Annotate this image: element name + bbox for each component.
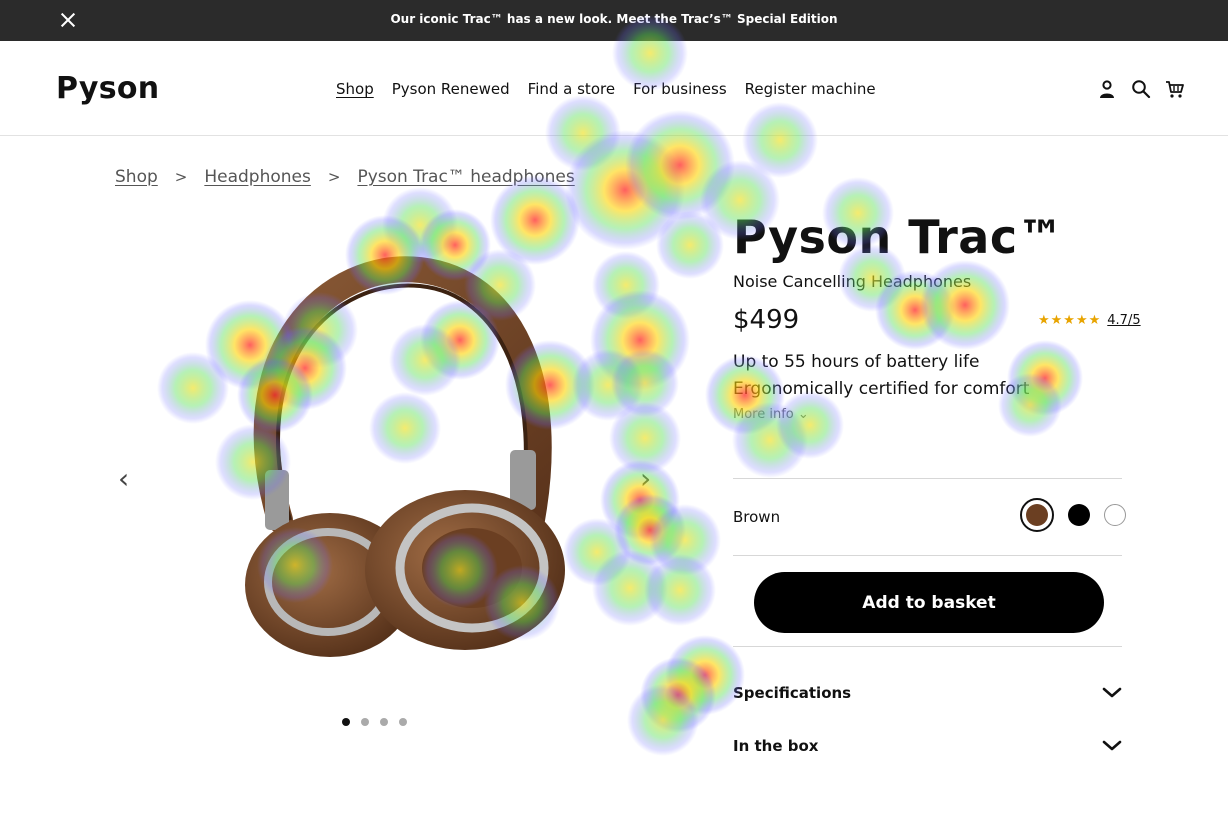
breadcrumb-shop[interactable]: Shop [115,167,158,187]
breadcrumb: Shop > Headphones > Pyson Trac™ headphon… [115,167,575,187]
rating: ★★★★★ 4.7/5 [1038,313,1141,328]
chevron-down-icon[interactable] [1102,739,1122,753]
product-title: Pyson Trac™ [733,210,1065,264]
announcement-message[interactable]: Our iconic Trac™ has a new look. Meet th… [0,12,1228,26]
breadcrumb-product[interactable]: Pyson Trac™ headphones [357,167,574,187]
color-swatch-brown[interactable] [1020,498,1054,532]
feature-item: Up to 55 hours of battery life [733,352,980,372]
nav-item-business[interactable]: For business [633,80,727,98]
nav-item-shop[interactable]: Shop [336,80,374,98]
headphones-image [245,256,565,657]
announcement-bar: Our iconic Trac™ has a new look. Meet th… [0,0,1228,41]
accordion-in-the-box[interactable]: In the box [733,737,1122,755]
more-info-link[interactable]: More info ⌄ [733,407,1153,422]
breadcrumb-headphones[interactable]: Headphones [204,167,311,187]
accordion-label: In the box [733,737,819,755]
nav-item-renewed[interactable]: Pyson Renewed [392,80,510,98]
color-name: Brown [733,508,781,526]
nav-item-register[interactable]: Register machine [745,80,876,98]
cart-icon[interactable] [1165,79,1185,99]
color-selector: Brown [733,498,1126,532]
logo[interactable]: Pyson [56,71,159,106]
gallery-next-icon[interactable]: › [640,465,651,493]
feature-list: Up to 55 hours of battery life Ergonomic… [733,349,1153,403]
gallery-dots [342,718,407,726]
product-gallery: ‹ › [110,200,670,740]
product-price: $499 [733,305,800,335]
color-swatches [1020,498,1126,532]
add-to-basket-button[interactable]: Add to basket [754,572,1104,633]
account-icon[interactable] [1097,79,1117,99]
price-row: $499 ★★★★★ 4.7/5 [733,305,1153,335]
main-nav: Shop Pyson Renewed Find a store For busi… [336,80,876,98]
rating-score[interactable]: 4.7/5 [1107,313,1140,328]
breadcrumb-separator-icon: > [174,168,188,186]
color-swatch-black[interactable] [1068,504,1090,526]
divider [733,555,1122,556]
chevron-down-icon[interactable] [1102,686,1122,700]
divider [733,646,1122,647]
site-header: Pyson Shop Pyson Renewed Find a store Fo… [0,41,1228,136]
divider [733,478,1122,479]
product-subtitle: Noise Cancelling Headphones [733,272,972,291]
accordion-label: Specifications [733,684,852,702]
gallery-dot[interactable] [380,718,388,726]
feature-item: Ergonomically certified for comfort [733,379,1030,399]
color-swatch-white[interactable] [1104,504,1126,526]
accordion-specifications[interactable]: Specifications [733,684,1122,702]
gallery-prev-icon[interactable]: ‹ [118,465,129,493]
star-icon: ★★★★★ [1038,313,1102,328]
gallery-dot[interactable] [361,718,369,726]
breadcrumb-separator-icon: > [327,168,341,186]
nav-item-find-store[interactable]: Find a store [528,80,615,98]
gallery-dot[interactable] [399,718,407,726]
gallery-dot[interactable] [342,718,350,726]
product-info: Pyson Trac™ Noise Cancelling Headphones … [733,210,1153,422]
search-icon[interactable] [1131,79,1151,99]
header-icons [1097,79,1185,99]
